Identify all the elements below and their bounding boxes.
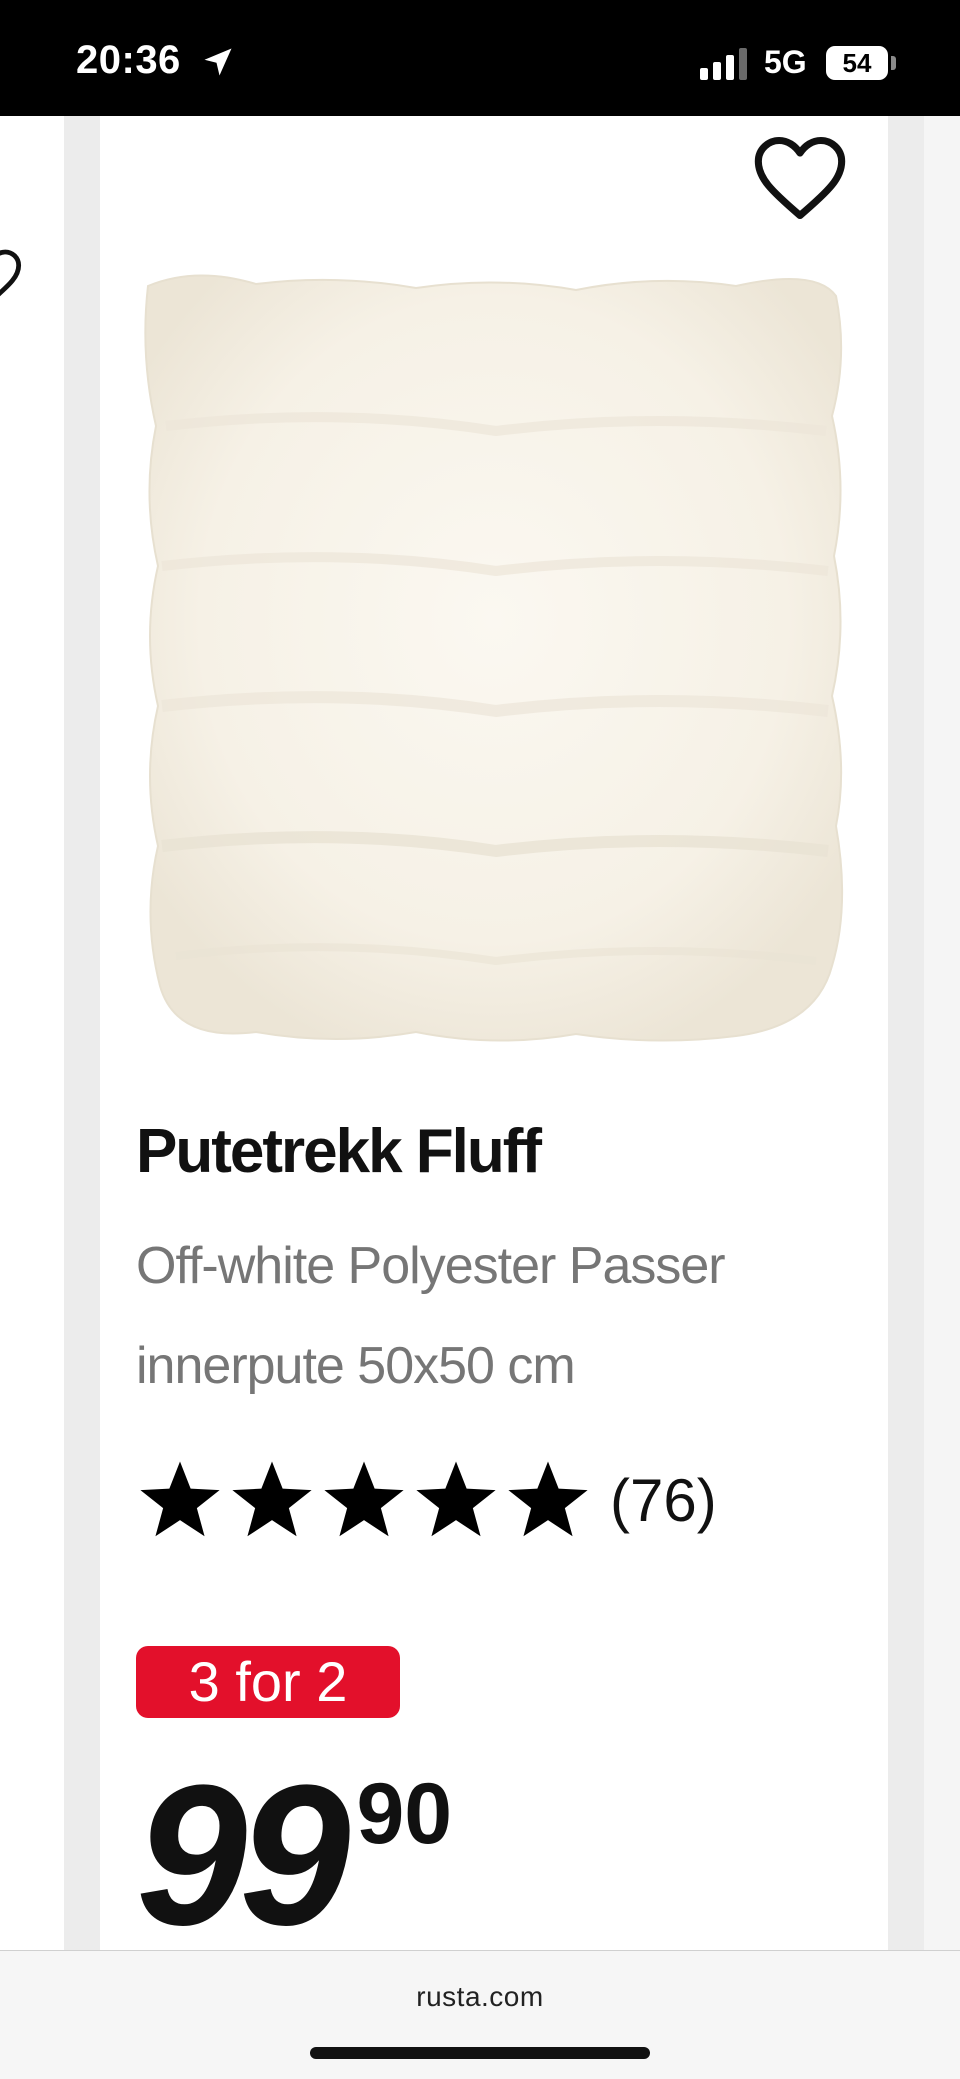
next-product-card-edge bbox=[924, 116, 960, 1950]
star-icon bbox=[416, 1461, 496, 1537]
heart-outline-icon[interactable] bbox=[750, 128, 850, 228]
star-icon bbox=[508, 1461, 588, 1537]
review-count: (76) bbox=[610, 1466, 717, 1534]
promo-badge: 3 for 2 bbox=[136, 1646, 400, 1718]
product-subtitle: Off-white Polyester Passer innerpute 50x… bbox=[136, 1237, 726, 1395]
product-price: 99 90 bbox=[136, 1744, 453, 1967]
status-time: 20:36 bbox=[76, 38, 181, 82]
price-decimal: 90 bbox=[356, 1766, 453, 1862]
heart-outline-icon[interactable] bbox=[0, 244, 24, 308]
star-icon bbox=[140, 1461, 220, 1537]
star-icon bbox=[324, 1461, 404, 1537]
star-rating bbox=[136, 1456, 592, 1544]
network-label: 5G bbox=[764, 44, 807, 80]
signal-icon bbox=[700, 48, 747, 80]
status-bar: 20:36 5G 54 bbox=[0, 0, 960, 116]
star-icon bbox=[232, 1461, 312, 1537]
browser-address-bar[interactable]: rusta.com bbox=[0, 1950, 960, 2079]
product-card[interactable]: Putetrekk Fluff Off-white Polyester Pass… bbox=[100, 116, 888, 1956]
price-integer: 99 bbox=[136, 1744, 350, 1967]
url-label[interactable]: rusta.com bbox=[0, 1981, 960, 2013]
product-rating[interactable]: (76) bbox=[136, 1460, 717, 1540]
product-image[interactable] bbox=[136, 266, 846, 1046]
previous-product-card[interactable] bbox=[0, 116, 64, 1950]
home-indicator[interactable] bbox=[310, 2047, 650, 2059]
product-title[interactable]: Putetrekk Fluff bbox=[136, 1116, 542, 1187]
battery-icon: 54 bbox=[826, 46, 888, 80]
location-arrow-icon bbox=[204, 48, 232, 76]
battery-cap bbox=[891, 56, 896, 70]
